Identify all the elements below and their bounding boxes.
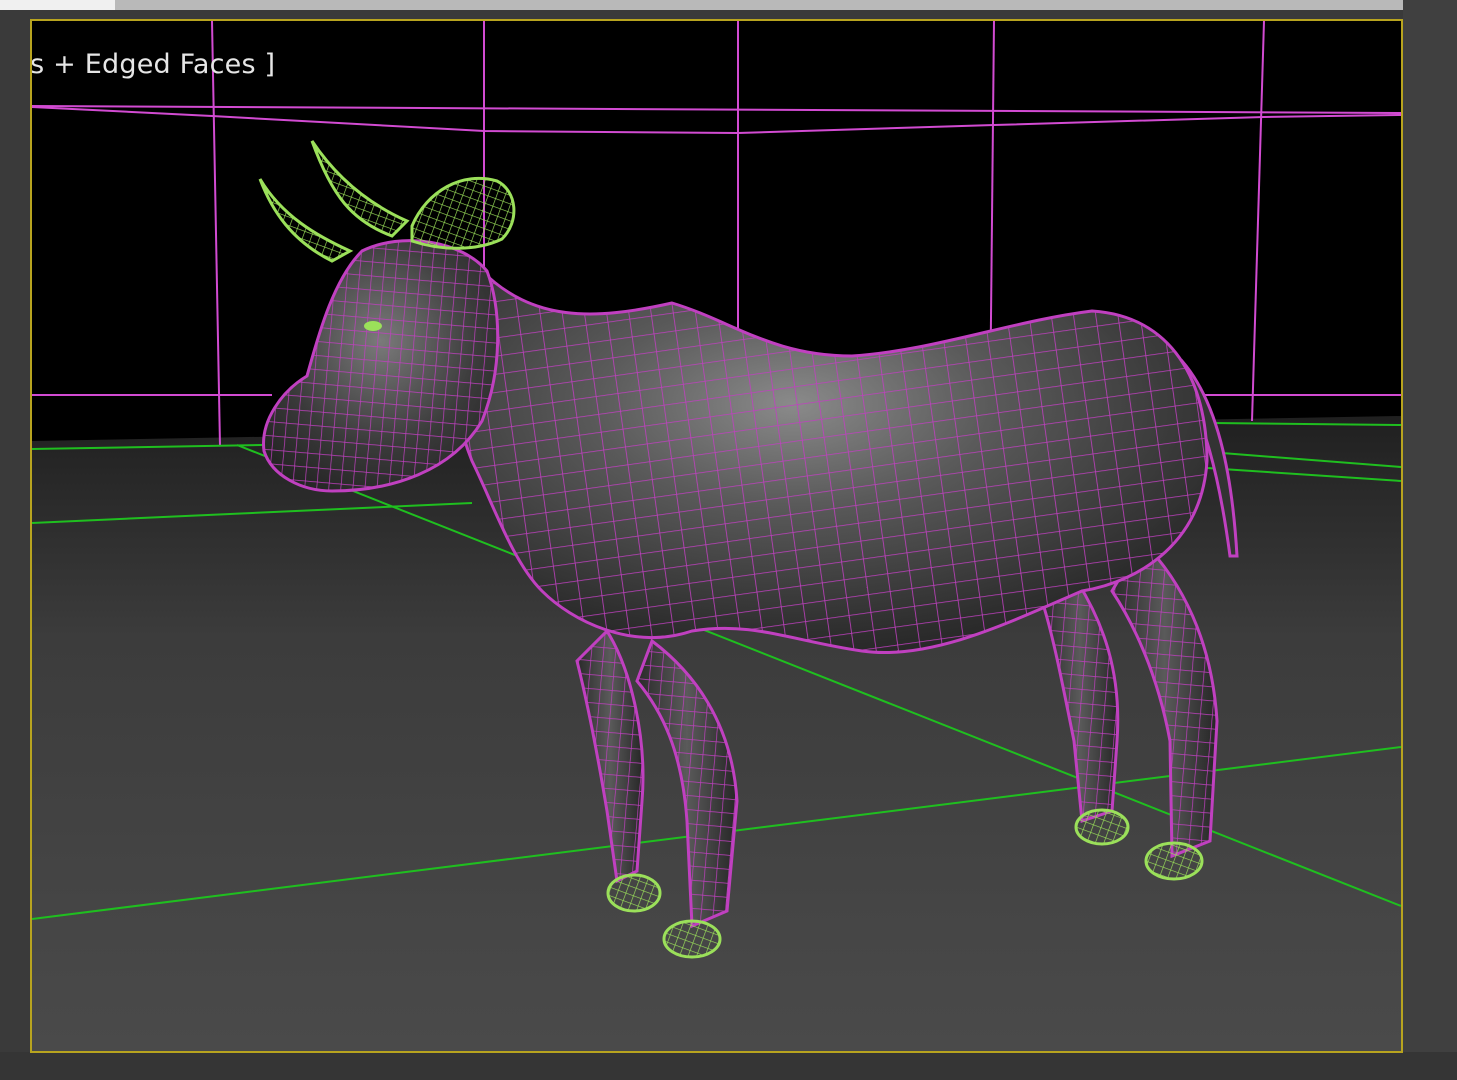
viewport-shading-label[interactable]: hts + Edged Faces ] [32,49,275,80]
timeline-edge [0,1052,1457,1080]
eye [364,321,382,331]
perspective-viewport[interactable]: hts + Edged Faces ] [30,19,1403,1053]
command-panel-edge [1403,0,1457,1080]
viewport-tab[interactable] [0,0,115,10]
top-toolbar-strip [0,0,1457,10]
viewport-canvas[interactable] [32,21,1401,1051]
